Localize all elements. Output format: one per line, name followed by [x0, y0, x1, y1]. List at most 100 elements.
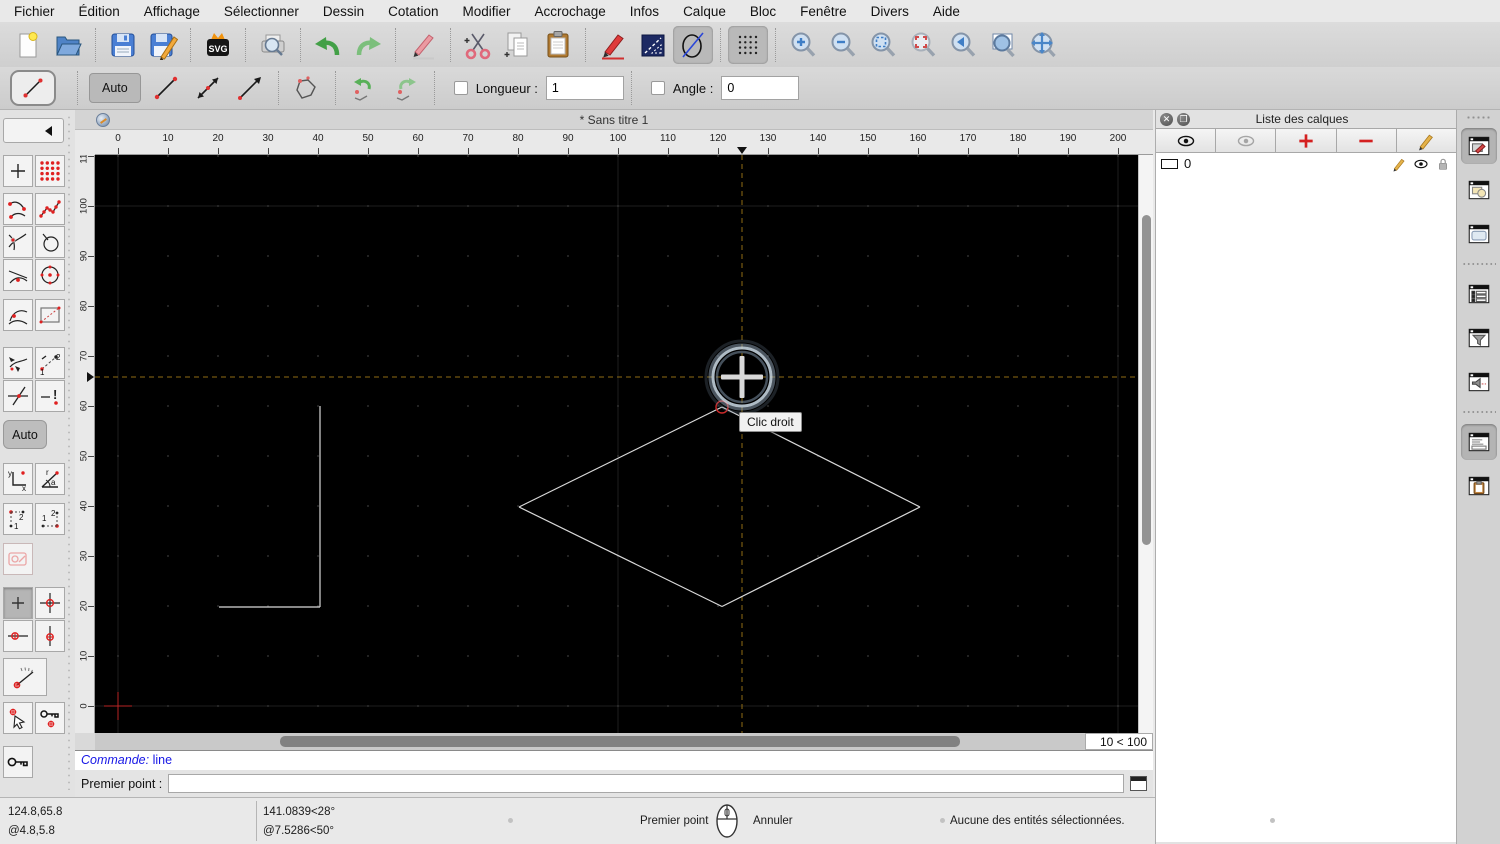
- set-relative-zero-button[interactable]: [3, 702, 33, 734]
- palette-back-button[interactable]: [3, 118, 64, 143]
- horizontal-scroll-thumb[interactable]: [280, 736, 960, 747]
- copy-button[interactable]: [498, 26, 538, 64]
- layer-edit-pencil-icon[interactable]: [1391, 156, 1407, 172]
- canvas-vertical-scrollbar[interactable]: [1138, 155, 1153, 733]
- undo-segment-button[interactable]: [343, 70, 385, 106]
- tool-options-button[interactable]: [3, 543, 33, 575]
- snap-warning-button[interactable]: !: [35, 380, 65, 412]
- open-file-button[interactable]: [48, 26, 88, 64]
- snap-free-button[interactable]: [3, 155, 33, 187]
- zoom-window-button[interactable]: [983, 26, 1023, 64]
- dock-selection-filter-button[interactable]: [1461, 320, 1497, 356]
- snap-circle-center-button[interactable]: [35, 259, 65, 291]
- delete-entities-button[interactable]: [403, 26, 443, 64]
- snap-intersection-manual-button[interactable]: [3, 380, 33, 412]
- snap-grid-button[interactable]: [35, 155, 65, 187]
- zoom-previous-button[interactable]: [943, 26, 983, 64]
- snap-center-button[interactable]: [35, 226, 65, 258]
- restrict-horizontal-button[interactable]: [3, 620, 33, 652]
- restrict-nothing-button[interactable]: [3, 587, 33, 619]
- snap-rectangle-button[interactable]: [35, 299, 65, 331]
- menu-item[interactable]: Fenêtre: [800, 4, 847, 19]
- menu-item[interactable]: Cotation: [388, 4, 438, 19]
- new-file-button[interactable]: [8, 26, 48, 64]
- menu-item[interactable]: Édition: [79, 4, 120, 19]
- snap-nearest-button[interactable]: [3, 259, 33, 291]
- palette-scroll-strip[interactable]: [66, 114, 72, 790]
- angle-input[interactable]: [721, 76, 800, 100]
- menu-item[interactable]: Dessin: [323, 4, 364, 19]
- menu-item[interactable]: Sélectionner: [224, 4, 299, 19]
- menu-item[interactable]: Affichage: [144, 4, 200, 19]
- lock-relative-zero-button[interactable]: [35, 702, 65, 734]
- cut-button[interactable]: [458, 26, 498, 64]
- length-checkbox[interactable]: [453, 81, 468, 95]
- show-all-layers-button[interactable]: [1156, 129, 1217, 152]
- length-input[interactable]: [545, 76, 624, 100]
- restrict-vertical-button[interactable]: [35, 620, 65, 652]
- line-two-points-button[interactable]: [145, 70, 187, 106]
- polyline-button[interactable]: [286, 70, 328, 106]
- hide-all-layers-button[interactable]: [1216, 129, 1277, 152]
- add-layer-button[interactable]: [1276, 129, 1337, 152]
- line-angle-button[interactable]: [187, 70, 229, 106]
- zoom-extents-button[interactable]: [903, 26, 943, 64]
- auto-mode-button[interactable]: Auto: [89, 73, 141, 103]
- close-panel-icon[interactable]: ✕: [1160, 112, 1173, 126]
- angle-gauge-button[interactable]: [3, 658, 47, 696]
- layer-row[interactable]: 0: [1156, 153, 1456, 174]
- snap-auto-button[interactable]: Auto: [3, 420, 47, 449]
- zoom-in-button[interactable]: [783, 26, 823, 64]
- current-tool-line-button[interactable]: [10, 70, 56, 106]
- coord-cartesian-button[interactable]: yx: [3, 463, 33, 495]
- dock-entity-list-button[interactable]: [1461, 276, 1497, 312]
- edit-layer-button[interactable]: [1396, 129, 1457, 152]
- paste-button[interactable]: [538, 26, 578, 64]
- menu-item[interactable]: Modifier: [462, 4, 510, 19]
- coord-relative-polar-button[interactable]: 12: [35, 503, 65, 535]
- print-preview-button[interactable]: [253, 26, 293, 64]
- line-horizontal-button[interactable]: [229, 70, 271, 106]
- save-as-button[interactable]: [143, 26, 183, 64]
- dock-layer-list-button[interactable]: [1460, 128, 1497, 164]
- snap-intersection-button[interactable]: [3, 226, 33, 258]
- vertical-scroll-thumb[interactable]: [1142, 215, 1151, 545]
- ellipse-attributes-button[interactable]: [673, 25, 713, 64]
- dock-library-browser-button[interactable]: [1461, 216, 1497, 252]
- undock-panel-icon[interactable]: ❐: [1177, 112, 1190, 126]
- menu-item[interactable]: Accrochage: [534, 4, 605, 19]
- undo-button[interactable]: [308, 26, 348, 64]
- snap-auto-arrows-button[interactable]: [3, 347, 33, 379]
- menu-item[interactable]: Divers: [871, 4, 909, 19]
- layer-color-swatch[interactable]: [1161, 158, 1178, 169]
- snap-distance-button[interactable]: 12: [35, 347, 65, 379]
- menu-item[interactable]: Calque: [683, 4, 726, 19]
- snap-endpoint-button[interactable]: [3, 193, 33, 225]
- dock-plugin-button[interactable]: [1461, 364, 1497, 400]
- redo-button[interactable]: [348, 26, 388, 64]
- detach-command-widget-button[interactable]: [1130, 776, 1147, 791]
- menu-item[interactable]: Infos: [630, 4, 659, 19]
- canvas-horizontal-scrollbar[interactable]: [95, 733, 1085, 750]
- coord-polar-button[interactable]: ra: [35, 463, 65, 495]
- coord-relative-button[interactable]: 12: [3, 503, 33, 535]
- svg-export-button[interactable]: SVG: [198, 26, 238, 64]
- dock-block-list-button[interactable]: [1461, 172, 1497, 208]
- snap-tangent-button[interactable]: [3, 299, 33, 331]
- line-attributes-button[interactable]: [633, 26, 673, 64]
- unlock-relative-zero-button[interactable]: [3, 746, 33, 778]
- restrict-orthogonal-button[interactable]: [35, 587, 65, 619]
- layer-unlocked-padlock-icon[interactable]: [1435, 156, 1451, 172]
- remove-layer-button[interactable]: [1336, 129, 1397, 152]
- dock-clipboard-button[interactable]: [1461, 468, 1497, 504]
- dock-command-line-button[interactable]: [1460, 424, 1497, 460]
- zoom-auto-button[interactable]: [863, 26, 903, 64]
- angle-checkbox[interactable]: [650, 81, 665, 95]
- snap-on-entity-button[interactable]: [35, 193, 65, 225]
- menu-item[interactable]: Aide: [933, 4, 960, 19]
- zoom-pan-button[interactable]: [1023, 26, 1063, 64]
- layer-visible-eye-icon[interactable]: [1413, 156, 1429, 172]
- drawing-canvas[interactable]: Clic droit: [95, 155, 1138, 733]
- menu-item[interactable]: Fichier: [14, 4, 55, 19]
- zoom-out-button[interactable]: [823, 26, 863, 64]
